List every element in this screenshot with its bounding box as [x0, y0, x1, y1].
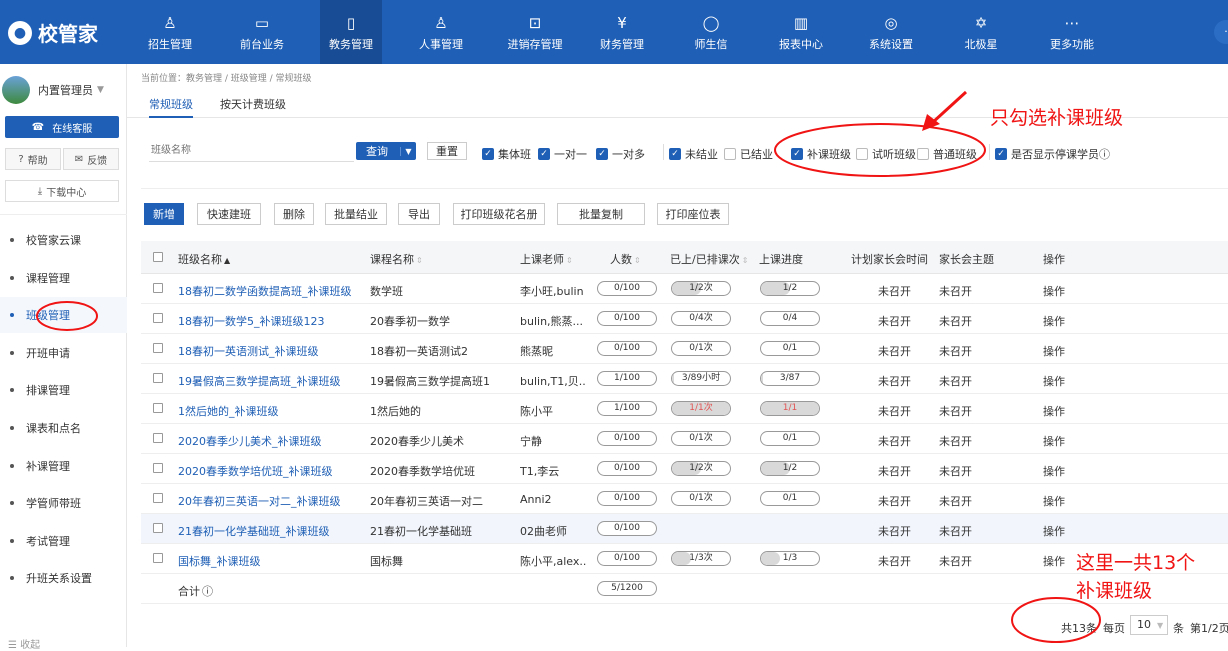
- annotation-bottom-text-2: 补课班级: [1076, 580, 1153, 602]
- annotation-circle-checkboxes: [774, 123, 986, 177]
- annotation-bottom-text-1: 这里一共13个: [1076, 552, 1196, 574]
- annotation-arrow-line: [930, 90, 968, 125]
- annotation-circle-total: [1011, 597, 1101, 643]
- annotation-top-text: 只勾选补课班级: [990, 107, 1124, 129]
- annotation-circle-class-mgmt: [36, 301, 98, 331]
- annotation-overlay: [36, 90, 1101, 643]
